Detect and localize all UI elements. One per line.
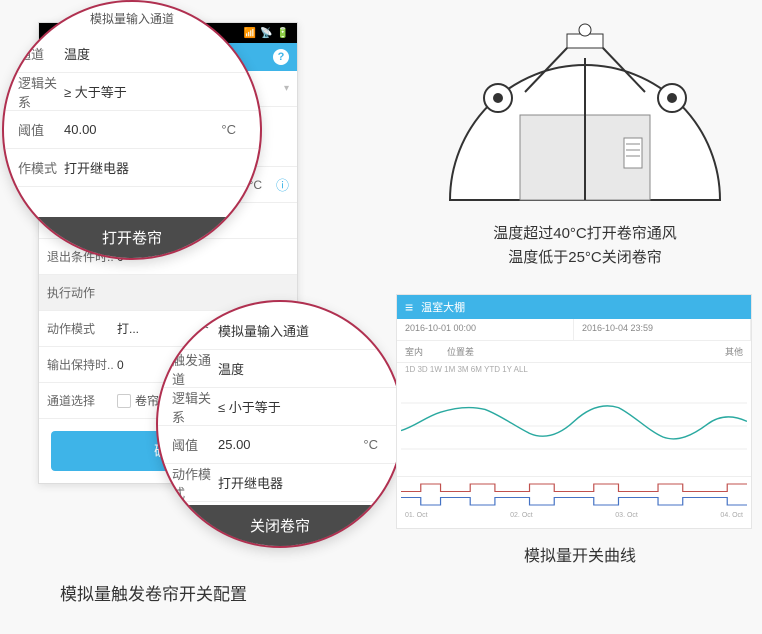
lens2-logic-label: 逻辑关系 xyxy=(158,388,218,426)
lens2-thresh-label: 阈值 xyxy=(158,435,218,454)
lens-caption-open: 打开卷帘 xyxy=(4,217,260,258)
lens2-mode-value: 打开继电器 xyxy=(218,473,402,492)
legend-item-temp: 室内 xyxy=(405,345,423,358)
menu-icon[interactable]: ≡ xyxy=(405,299,413,315)
main-caption: 模拟量触发卷帘开关配置 xyxy=(60,580,247,605)
lens2-thresh-value: 25.00 xyxy=(218,437,363,452)
gh-line2: 温度低于25°C关闭卷帘 xyxy=(430,246,740,270)
lens2-row-logic: 逻辑关系 ≤ 小于等于 xyxy=(158,388,402,426)
chan-sel-label: 通道选择 xyxy=(39,392,117,409)
lens-caption-close: 关闭卷帘 xyxy=(158,505,402,546)
wifi-icon: 📡 xyxy=(260,28,272,39)
chart-header: ≡ 温室大棚 xyxy=(397,295,751,319)
xaxis-tick: 04. Oct xyxy=(720,512,743,530)
outhold-label: 输出保持时.. xyxy=(39,356,117,373)
date-to[interactable]: 2016-10-04 23:59 xyxy=(574,319,751,340)
lens2-row-mode: 动作模式 打开继电器 xyxy=(158,464,402,502)
lens-row-channel: 通道 温度 xyxy=(4,35,260,73)
zoom-controls[interactable]: 1D 3D 1W 1M 3M 6M YTD 1Y ALL xyxy=(397,363,751,376)
lens-thresh-value: 40.00 xyxy=(64,122,221,137)
lens-channel-value: 温度 xyxy=(64,44,260,63)
lens-header: 模拟量输入通道 xyxy=(4,2,260,35)
lens-mode-label: 作模式 xyxy=(4,158,64,177)
magnifier-close-curtain: ...源类型 模拟量输入通道 触发通道 温度 逻辑关系 ≤ 小于等于 阈值 25… xyxy=(156,300,404,548)
chart-x-axis: 01. Oct 02. Oct 03. Oct 04. Oct xyxy=(397,512,751,530)
greenhouse-caption: 温度超过40°C打开卷帘通风 温度低于25°C关闭卷帘 xyxy=(430,222,740,270)
legend-btn[interactable]: 其他 xyxy=(725,345,743,358)
lens2-src-value: 模拟量输入通道 xyxy=(218,321,402,340)
lens2-chan-label: 触发通道 xyxy=(158,350,218,388)
chart-date-range: 2016-10-01 00:00 2016-10-04 23:59 xyxy=(397,319,751,341)
help-icon[interactable]: ? xyxy=(273,49,289,65)
xaxis-tick: 02. Oct xyxy=(510,512,533,530)
xaxis-tick: 01. Oct xyxy=(405,512,428,530)
chart-title: 温室大棚 xyxy=(421,299,465,315)
lens2-src-label: ...源类型 xyxy=(158,312,218,350)
chart-panel: ≡ 温室大棚 2016-10-01 00:00 2016-10-04 23:59… xyxy=(396,294,752,529)
date-from[interactable]: 2016-10-01 00:00 xyxy=(397,319,574,340)
lens-thresh-label: 阈值 xyxy=(4,120,64,139)
chart-line-area xyxy=(397,376,751,476)
lens2-mode-label: 动作模式 xyxy=(158,464,218,502)
lens-channel-label: 通道 xyxy=(4,44,64,63)
chart-caption: 模拟量开关曲线 xyxy=(430,542,730,566)
legend-item-pos: 位置差 xyxy=(447,345,474,358)
battery-icon: 🔋 xyxy=(277,28,289,39)
info-icon[interactable]: ⓘ xyxy=(268,175,297,194)
xaxis-tick: 03. Oct xyxy=(615,512,638,530)
lens2-logic-value: ≤ 小于等于 xyxy=(218,397,402,416)
lens-logic-label: 逻辑关系 xyxy=(4,73,64,111)
chart-legend: 室内 位置差 其他 xyxy=(397,341,751,363)
checkbox-open[interactable] xyxy=(117,394,131,408)
gh-line1: 温度超过40°C打开卷帘通风 xyxy=(430,222,740,246)
magnifier-open-curtain: 模拟量输入通道 通道 温度 逻辑关系 ≥ 大于等于 阈值 40.00 °C 作模… xyxy=(2,0,262,260)
lens-row-logic: 逻辑关系 ≥ 大于等于 xyxy=(4,73,260,111)
lens-mode-value: 打开继电器 xyxy=(64,158,260,177)
action-section-label: 执行动作 xyxy=(39,284,95,301)
lens-logic-value: ≥ 大于等于 xyxy=(64,82,260,101)
chevron-down-icon: ▾ xyxy=(276,83,297,94)
greenhouse-diagram xyxy=(430,20,740,212)
lens-row-mode: 作模式 打开继电器 xyxy=(4,149,260,187)
lens-thresh-unit: °C xyxy=(221,122,260,137)
chart-digital-area xyxy=(397,476,751,512)
lens2-chan-value: 温度 xyxy=(218,359,402,378)
mode-label: 动作模式 xyxy=(39,320,117,337)
lens-row-threshold: 阈值 40.00 °C xyxy=(4,111,260,149)
lens2-row-thresh: 阈值 25.00 °C xyxy=(158,426,402,464)
lens2-row-src: ...源类型 模拟量输入通道 xyxy=(158,312,402,350)
lens2-row-chan: 触发通道 温度 xyxy=(158,350,402,388)
